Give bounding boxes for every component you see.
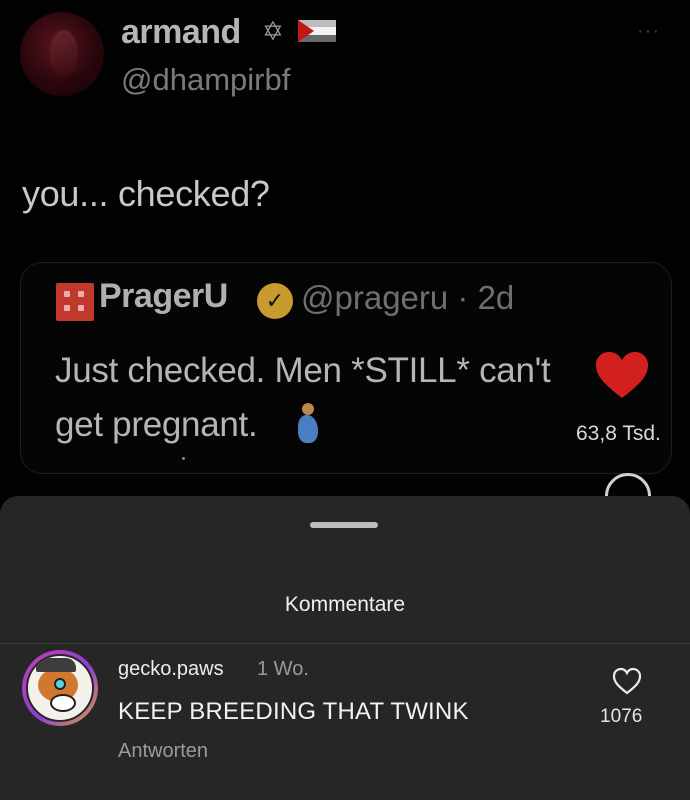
reply-button[interactable]: Antworten	[118, 740, 208, 763]
heart-icon[interactable]	[594, 350, 650, 400]
divider	[0, 643, 690, 644]
star-of-david-icon: ✡	[262, 16, 284, 46]
flag-icon	[297, 20, 336, 42]
comment-likes-count: 1076	[600, 706, 643, 727]
author-badges: ✡	[262, 18, 336, 44]
more-options-icon[interactable]: ···	[637, 20, 660, 43]
commenter-username[interactable]: gecko.paws	[118, 658, 224, 681]
prageru-logo-icon	[56, 283, 94, 321]
quoted-text-line-1: Just checked. Men *STILL* can't	[55, 351, 551, 390]
quoted-author-name: PragerU	[99, 277, 228, 315]
commenter-avatar[interactable]	[22, 650, 98, 726]
comments-sheet: Kommentare gecko.paws 1 Wo. KEEP BREEDIN…	[0, 496, 690, 800]
quoted-tweet-card[interactable]: PragerU ✓ @prageru · 2d Just checked. Me…	[20, 262, 672, 474]
quoted-author-handle-time: @prageru · 2d	[301, 279, 515, 316]
tweet: armand ✡ @dhampirbf ··· you... checked? …	[0, 0, 690, 519]
drag-handle[interactable]	[310, 522, 378, 528]
like-heart-icon[interactable]	[612, 667, 642, 695]
author-handle[interactable]: @dhampirbf	[121, 62, 290, 98]
sheet-title: Kommentare	[284, 593, 406, 616]
quoted-text-line-2: get pregnant.	[55, 405, 258, 444]
author-avatar[interactable]	[20, 12, 104, 96]
comment-time: 1 Wo.	[257, 658, 309, 680]
author-name[interactable]: armand	[121, 13, 241, 52]
verified-badge-icon: ✓	[257, 283, 293, 319]
tweet-text: you... checked?	[22, 173, 270, 214]
comment-item: gecko.paws 1 Wo. KEEP BREEDING THAT TWIN…	[0, 645, 690, 800]
pregnant-man-emoji-icon	[294, 403, 320, 445]
comment-text: KEEP BREEDING THAT TWINK	[118, 698, 469, 725]
dot	[182, 457, 185, 460]
likes-count: 63,8 Tsd.	[576, 422, 661, 445]
